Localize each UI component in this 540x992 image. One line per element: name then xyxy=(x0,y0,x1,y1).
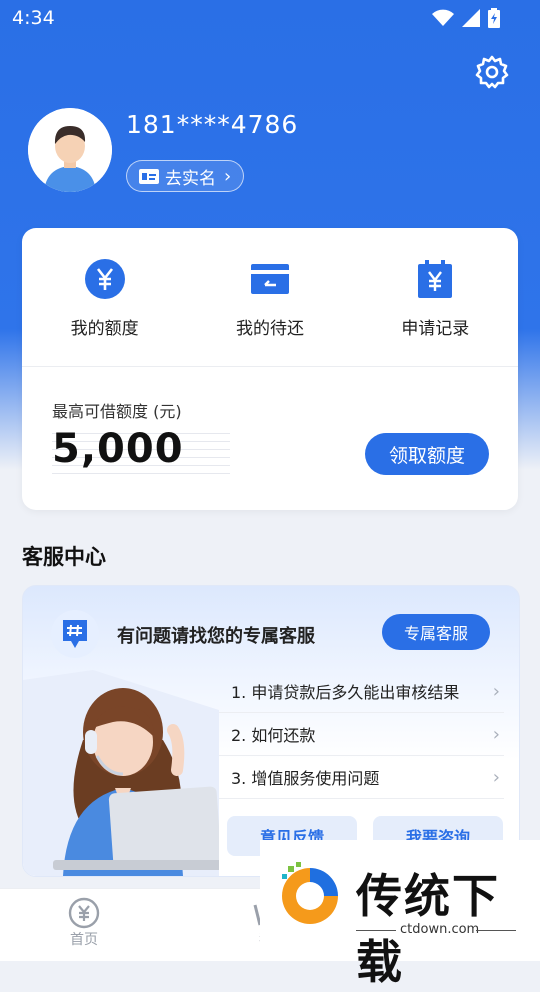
feature-row: 我的额度 我的待还 申请记录 xyxy=(22,228,518,366)
status-bar: 4:34 xyxy=(0,0,540,38)
status-time: 4:34 xyxy=(12,7,55,29)
chevron-right-icon: › xyxy=(492,680,500,702)
yuan-coin-icon xyxy=(84,259,125,299)
feature-label: 我的待还 xyxy=(235,319,304,339)
faq-item-value-added-service[interactable]: 3. 增值服务使用问题 › xyxy=(219,756,504,799)
tab-label: 首页 xyxy=(70,932,98,948)
faq-item-how-to-repay[interactable]: 2. 如何还款 › xyxy=(219,713,504,756)
faq-item-review-time[interactable]: 1. 申请贷款后多久能出审核结果 › xyxy=(219,670,504,713)
customer-service-agent-illustration xyxy=(23,670,219,876)
watermark-logo xyxy=(282,862,338,924)
faq-text: 3. 增值服务使用问题 xyxy=(231,769,380,788)
wifi-icon xyxy=(432,9,454,26)
verify-realname-button[interactable]: 去实名 › xyxy=(126,160,245,192)
avatar[interactable] xyxy=(28,108,112,192)
feature-my-repayment[interactable]: 我的待还 xyxy=(187,228,352,366)
feature-label: 我的额度 xyxy=(70,319,139,339)
realname-label: 去实名 xyxy=(165,168,216,189)
card-icon xyxy=(250,264,289,294)
chat-hash-icon xyxy=(51,610,99,658)
chevron-right-icon: › xyxy=(492,766,500,788)
watermark-overlay: 传统下载 ctdown.com xyxy=(260,840,540,989)
service-headline: 有问题请找您的专属客服 xyxy=(117,626,315,647)
signal-icon xyxy=(462,9,480,27)
quota-title: 最高可借额度 (元) xyxy=(52,402,182,421)
faq-list: 1. 申请贷款后多久能出审核结果 › 2. 如何还款 › 3. 增值服务使用问题… xyxy=(219,670,504,799)
feature-label: 申请记录 xyxy=(401,319,470,339)
quota-amount: 5,000 xyxy=(52,426,230,478)
faq-text: 1. 申请贷款后多久能出审核结果 xyxy=(231,683,460,702)
tab-home[interactable]: 首页 xyxy=(68,897,100,949)
customer-service-card: 有问题请找您的专属客服 专属客服 1. 申请贷款后多久能出审核结果 › 2. 如… xyxy=(22,585,520,877)
calendar-yuan-icon xyxy=(418,260,453,298)
feature-my-quota[interactable]: 我的额度 xyxy=(22,228,187,366)
avatar-illustration xyxy=(28,108,112,192)
section-title-customer-service: 客服中心 xyxy=(22,545,106,569)
settings-gear-icon[interactable] xyxy=(474,54,510,90)
divider xyxy=(22,366,518,367)
faq-text: 2. 如何还款 xyxy=(231,726,316,745)
account-card: 我的额度 我的待还 申请记录 最高可借额度 (元) 5,000 领取额度 xyxy=(22,228,518,510)
feature-application-records[interactable]: 申请记录 xyxy=(353,228,518,366)
yuan-coin-icon xyxy=(68,897,100,929)
battery-icon xyxy=(488,8,500,28)
watermark-url: ctdown.com xyxy=(400,922,480,937)
chevron-right-icon: › xyxy=(224,165,232,187)
id-card-icon xyxy=(139,168,159,184)
claim-quota-button[interactable]: 领取额度 xyxy=(365,433,489,475)
divider xyxy=(476,930,516,931)
divider xyxy=(356,930,396,931)
dedicated-service-button[interactable]: 专属客服 xyxy=(382,614,490,650)
chevron-right-icon: › xyxy=(492,723,500,745)
user-phone-number: 181****4786 xyxy=(126,110,299,139)
